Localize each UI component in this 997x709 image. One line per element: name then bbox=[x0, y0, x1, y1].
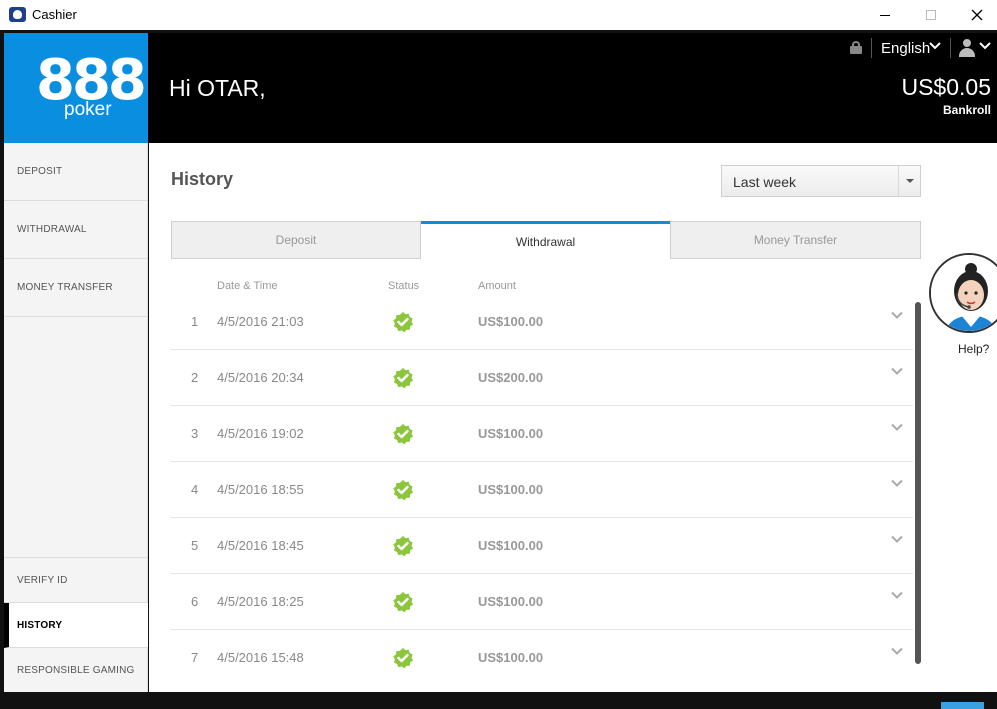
header bbox=[4, 33, 997, 143]
maximize-icon bbox=[926, 10, 936, 20]
table-row[interactable]: 2 4/5/2016 20:34 US$200.00 bbox=[171, 350, 913, 406]
row-number: 1 bbox=[191, 314, 199, 329]
sidebar-item-responsible-gaming[interactable]: RESPONSIBLE GAMING bbox=[4, 648, 148, 692]
chevron-down-icon[interactable] bbox=[890, 308, 904, 322]
row-number: 6 bbox=[191, 594, 199, 609]
row-number: 5 bbox=[191, 538, 199, 553]
sidebar-item-deposit[interactable]: DEPOSIT bbox=[4, 143, 148, 201]
sidebar-item-history[interactable]: HISTORY bbox=[4, 603, 148, 648]
row-date: 4/5/2016 19:02 bbox=[217, 426, 304, 441]
check-badge-icon bbox=[392, 367, 414, 389]
column-header-date: Date & Time bbox=[217, 280, 278, 292]
row-date: 4/5/2016 18:25 bbox=[217, 594, 304, 609]
check-badge-icon bbox=[392, 535, 414, 557]
chevron-down-icon[interactable] bbox=[929, 40, 941, 54]
minimize-button[interactable] bbox=[862, 0, 908, 30]
balance-amount: US$0.05 bbox=[901, 74, 991, 100]
check-badge-icon bbox=[392, 647, 414, 669]
chevron-down-icon[interactable] bbox=[890, 532, 904, 546]
row-amount: US$100.00 bbox=[478, 426, 544, 441]
table-row[interactable]: 4 4/5/2016 18:55 US$100.00 bbox=[171, 462, 913, 518]
balance-label: Bankroll bbox=[942, 103, 991, 117]
chevron-down-icon[interactable] bbox=[979, 40, 991, 54]
minimize-icon bbox=[880, 14, 890, 16]
chevron-down-icon[interactable] bbox=[890, 364, 904, 378]
window-titlebar: Cashier bbox=[0, 0, 997, 30]
check-badge-icon bbox=[392, 311, 414, 333]
user-icon[interactable] bbox=[959, 39, 975, 57]
sidebar-item-withdrawal[interactable]: WITHDRAWAL bbox=[4, 201, 148, 259]
row-amount: US$100.00 bbox=[478, 538, 544, 553]
row-date: 4/5/2016 15:48 bbox=[217, 650, 304, 665]
lock-icon bbox=[850, 41, 862, 54]
tab-withdrawal[interactable]: Withdrawal bbox=[421, 221, 670, 259]
help-label[interactable]: Help? bbox=[958, 342, 989, 356]
table-row[interactable]: 3 4/5/2016 19:02 US$100.00 bbox=[171, 406, 913, 462]
row-amount: US$100.00 bbox=[478, 314, 544, 329]
sidebar-item-verify-id[interactable]: VERIFY ID bbox=[4, 557, 148, 603]
row-amount: US$200.00 bbox=[478, 370, 544, 385]
row-date: 4/5/2016 18:55 bbox=[217, 482, 304, 497]
table-row[interactable]: 6 4/5/2016 18:25 US$100.00 bbox=[171, 574, 913, 630]
row-number: 2 bbox=[191, 370, 199, 385]
row-number: 4 bbox=[191, 482, 199, 497]
bottom-action-button[interactable] bbox=[941, 702, 984, 709]
close-button[interactable] bbox=[954, 0, 997, 30]
chevron-down-icon[interactable] bbox=[890, 420, 904, 434]
table-row[interactable]: 1 4/5/2016 21:03 US$100.00 bbox=[171, 294, 913, 350]
cashier-app-icon bbox=[9, 7, 26, 22]
chevron-down-icon[interactable] bbox=[890, 588, 904, 602]
row-number: 7 bbox=[191, 650, 199, 665]
divider bbox=[871, 38, 872, 58]
table-row[interactable]: 7 4/5/2016 15:48 US$100.00 bbox=[171, 630, 913, 678]
divider bbox=[950, 38, 951, 58]
brand-logo: 888 poker bbox=[4, 33, 148, 143]
close-icon bbox=[971, 9, 983, 21]
row-date: 4/5/2016 20:34 bbox=[217, 370, 304, 385]
dropdown-arrow-icon bbox=[898, 166, 920, 196]
column-header-amount: Amount bbox=[478, 280, 516, 292]
table-row[interactable]: 5 4/5/2016 18:45 US$100.00 bbox=[171, 518, 913, 574]
chevron-down-icon[interactable] bbox=[890, 644, 904, 658]
tab-money-transfer[interactable]: Money Transfer bbox=[670, 221, 921, 259]
language-selector[interactable]: English bbox=[881, 40, 930, 57]
chevron-down-icon[interactable] bbox=[890, 476, 904, 490]
column-header-status: Status bbox=[388, 280, 420, 292]
row-date: 4/5/2016 18:45 bbox=[217, 538, 304, 553]
check-badge-icon bbox=[392, 591, 414, 613]
period-select-value: Last week bbox=[733, 174, 797, 190]
sidebar: DEPOSIT WITHDRAWAL MONEY TRANSFER VERIFY… bbox=[4, 143, 148, 692]
logo-text: poker bbox=[64, 99, 112, 120]
row-number: 3 bbox=[191, 426, 199, 441]
page-title: History bbox=[171, 169, 234, 189]
check-badge-icon bbox=[392, 479, 414, 501]
row-amount: US$100.00 bbox=[478, 594, 544, 609]
greeting: Hi OTAR, bbox=[169, 75, 266, 101]
check-badge-icon bbox=[392, 423, 414, 445]
bottom-bar bbox=[0, 692, 997, 709]
window-title: Cashier bbox=[32, 7, 77, 22]
scrollbar[interactable] bbox=[915, 302, 921, 664]
row-date: 4/5/2016 21:03 bbox=[217, 314, 304, 329]
row-amount: US$100.00 bbox=[478, 482, 544, 497]
period-select[interactable]: Last week bbox=[721, 165, 921, 197]
maximize-button[interactable] bbox=[908, 0, 954, 30]
support-agent-icon bbox=[931, 255, 997, 331]
tab-deposit[interactable]: Deposit bbox=[171, 221, 421, 259]
row-amount: US$100.00 bbox=[478, 650, 544, 665]
sidebar-item-money-transfer[interactable]: MONEY TRANSFER bbox=[4, 259, 148, 317]
